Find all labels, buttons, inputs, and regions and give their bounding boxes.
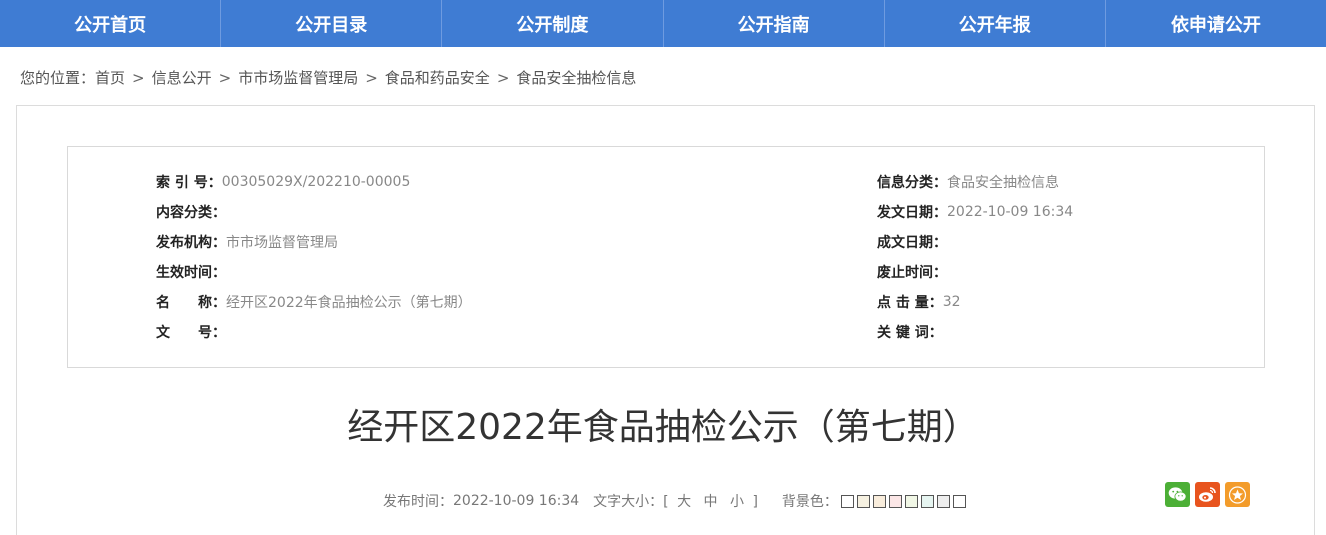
font-size-control: 文字大小：[ 大 中 小 ] [593, 491, 758, 511]
article-title: 经开区2022年食品抽检公示（第七期） [347, 407, 979, 448]
breadcrumb-separator: > [496, 68, 510, 87]
nav-home[interactable]: 公开首页 [0, 0, 222, 47]
breadcrumb-separator: > [218, 68, 232, 87]
nav-apply[interactable]: 依申请公开 [1106, 0, 1326, 47]
background-color-control: 背景色： [782, 491, 966, 511]
top-nav: 公开首页 公开目录 公开制度 公开指南 公开年报 依申请公开 [0, 0, 1326, 47]
meta-issue-date: 发文日期： 2022-10-09 16:34 [877, 202, 1073, 222]
font-size-close: ] [752, 494, 758, 510]
meta-effective-time: 生效时间： [156, 262, 226, 282]
breadcrumb-item-home[interactable]: 首页 [95, 67, 125, 88]
meta-keywords: 关 键 词： [877, 322, 943, 342]
breadcrumb-item-info-public[interactable]: 信息公开 [152, 67, 212, 88]
publish-time-value: 2022-10-09 16:34 [453, 493, 580, 509]
meta-label: 废止时间： [877, 265, 947, 281]
meta-value: 32 [942, 294, 961, 310]
meta-value: 食品安全抽检信息 [947, 175, 1059, 191]
meta-label: 关 键 词： [877, 325, 943, 341]
nav-annual-report[interactable]: 公开年报 [885, 0, 1106, 47]
breadcrumb: 您的位置： 首页 > 信息公开 > 市市场监督管理局 > 食品和药品安全 > 食… [20, 67, 636, 88]
meta-label: 文 号： [156, 325, 226, 341]
meta-doc-number: 文 号： [156, 322, 226, 342]
meta-label: 信息分类： [877, 175, 947, 191]
background-color-label: 背景色： [781, 494, 838, 510]
bg-swatch-1[interactable] [840, 494, 854, 508]
meta-label: 成文日期： [877, 235, 947, 251]
meta-value: 经开区2022年食品抽检公示（第七期） [226, 295, 472, 311]
breadcrumb-separator: > [365, 68, 378, 87]
meta-written-date: 成文日期： [877, 232, 947, 252]
nav-system[interactable]: 公开制度 [442, 0, 664, 47]
wechat-icon [1168, 487, 1187, 502]
meta-value: 00305029X/202210-00005 [221, 174, 411, 190]
meta-label: 名 称： [156, 295, 226, 311]
font-size-label: 文字大小：[ [593, 494, 669, 510]
favorite-icon [1228, 485, 1247, 504]
font-size-large-button[interactable]: 大 [677, 494, 691, 510]
breadcrumb-prefix: 您的位置： [20, 69, 96, 87]
wechat-share-button[interactable] [1165, 482, 1190, 507]
meta-content-category: 内容分类： [156, 202, 226, 222]
article-info-bar: 发布时间： 2022-10-09 16:34 文字大小：[ 大 中 小 ] 背景… [383, 491, 966, 511]
font-size-small-button[interactable]: 小 [730, 494, 744, 510]
bg-swatch-8[interactable] [952, 494, 966, 508]
meta-publisher: 发布机构： 市市场监督管理局 [156, 232, 338, 252]
nav-catalog[interactable]: 公开目录 [221, 0, 443, 47]
meta-label: 内容分类： [156, 205, 226, 221]
breadcrumb-item-food-drug[interactable]: 食品和药品安全 [385, 67, 490, 88]
breadcrumb-item-bureau[interactable]: 市市场监督管理局 [238, 67, 358, 88]
meta-info-category: 信息分类： 食品安全抽检信息 [877, 172, 1059, 192]
publish-time-label: 发布时间： [383, 494, 453, 510]
favorite-share-button[interactable] [1225, 482, 1250, 507]
breadcrumb-item-inspection[interactable]: 食品安全抽检信息 [516, 67, 636, 88]
meta-label: 发文日期： [877, 205, 947, 221]
weibo-icon [1199, 487, 1216, 502]
bg-swatch-2[interactable] [856, 494, 870, 508]
bg-swatch-5[interactable] [904, 494, 918, 508]
meta-label: 索 引 号： [156, 175, 222, 191]
meta-name: 名 称： 经开区2022年食品抽检公示（第七期） [156, 292, 472, 312]
nav-guide[interactable]: 公开指南 [664, 0, 885, 47]
meta-value: 2022-10-09 16:34 [947, 204, 1074, 220]
meta-label: 生效时间： [156, 265, 226, 281]
weibo-share-button[interactable] [1195, 482, 1220, 507]
bg-swatch-6[interactable] [920, 494, 934, 508]
meta-click-count: 点 击 量： 32 [877, 292, 961, 312]
meta-expire-time: 废止时间： [877, 262, 947, 282]
meta-value: 市市场监督管理局 [226, 235, 338, 251]
bg-swatch-7[interactable] [936, 494, 950, 508]
meta-label: 点 击 量： [877, 295, 943, 311]
bg-swatch-3[interactable] [872, 494, 886, 508]
bg-swatch-4[interactable] [888, 494, 902, 508]
meta-label: 发布机构： [156, 235, 226, 251]
meta-index-number: 索 引 号： 00305029X/202210-00005 [156, 172, 410, 192]
breadcrumb-separator: > [132, 68, 145, 87]
font-size-medium-button[interactable]: 中 [704, 494, 718, 510]
